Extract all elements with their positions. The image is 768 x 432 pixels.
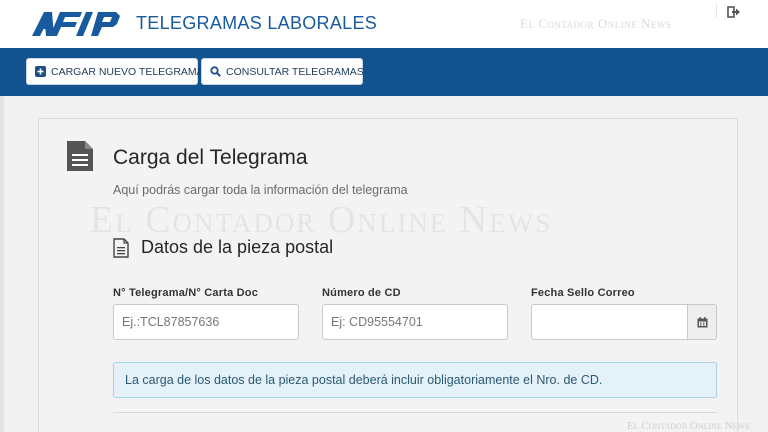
- telegram-number-label: N° Telegrama/N° Carta Doc: [113, 287, 259, 299]
- top-header: TELEGRAMAS LABORALES El Contador Online …: [0, 0, 768, 48]
- watermark-text-footer: El Contador Online News: [627, 420, 750, 432]
- watermark-text-large: El Contador Online News: [90, 199, 553, 241]
- afip-logo: [32, 12, 120, 36]
- consult-telegrams-button[interactable]: CONSULTAR TELEGRAMAS: [201, 58, 364, 85]
- consult-telegrams-label: CONSULTAR TELEGRAMAS: [226, 65, 364, 78]
- postmark-date-input[interactable]: [531, 304, 688, 340]
- section-title: Datos de la pieza postal: [141, 237, 334, 257]
- cd-number-label: Número de CD: [322, 287, 401, 299]
- sign-out-icon[interactable]: [727, 5, 741, 19]
- document-icon: [67, 141, 93, 171]
- telegram-number-input[interactable]: [113, 304, 299, 340]
- calendar-icon: [697, 316, 707, 327]
- page-title: Carga del Telegrama: [113, 146, 308, 169]
- info-alert-text: La carga de los datos de la pieza postal…: [125, 373, 603, 387]
- load-new-telegram-button[interactable]: CARGAR NUEVO TELEGRAMA: [26, 58, 204, 85]
- header-divider: [716, 4, 717, 18]
- page-subtitle: Aquí podrás cargar toda la información d…: [113, 183, 408, 197]
- postmark-date-label: Fecha Sello Correo: [531, 287, 635, 299]
- search-icon: [210, 66, 221, 77]
- nav-band: CARGAR NUEVO TELEGRAMA CONSULTAR TELEGRA…: [0, 48, 768, 96]
- section-divider: [113, 412, 717, 413]
- calendar-button[interactable]: [687, 304, 717, 340]
- file-text-icon: [113, 238, 129, 258]
- info-alert: La carga de los datos de la pieza postal…: [113, 362, 717, 398]
- cd-number-input[interactable]: [322, 304, 508, 340]
- plus-square-icon: [35, 66, 46, 77]
- load-new-telegram-label: CARGAR NUEVO TELEGRAMA: [51, 65, 204, 78]
- left-edge: [0, 96, 4, 432]
- watermark-text: El Contador Online News: [520, 16, 672, 31]
- app-title: TELEGRAMAS LABORALES: [136, 13, 378, 33]
